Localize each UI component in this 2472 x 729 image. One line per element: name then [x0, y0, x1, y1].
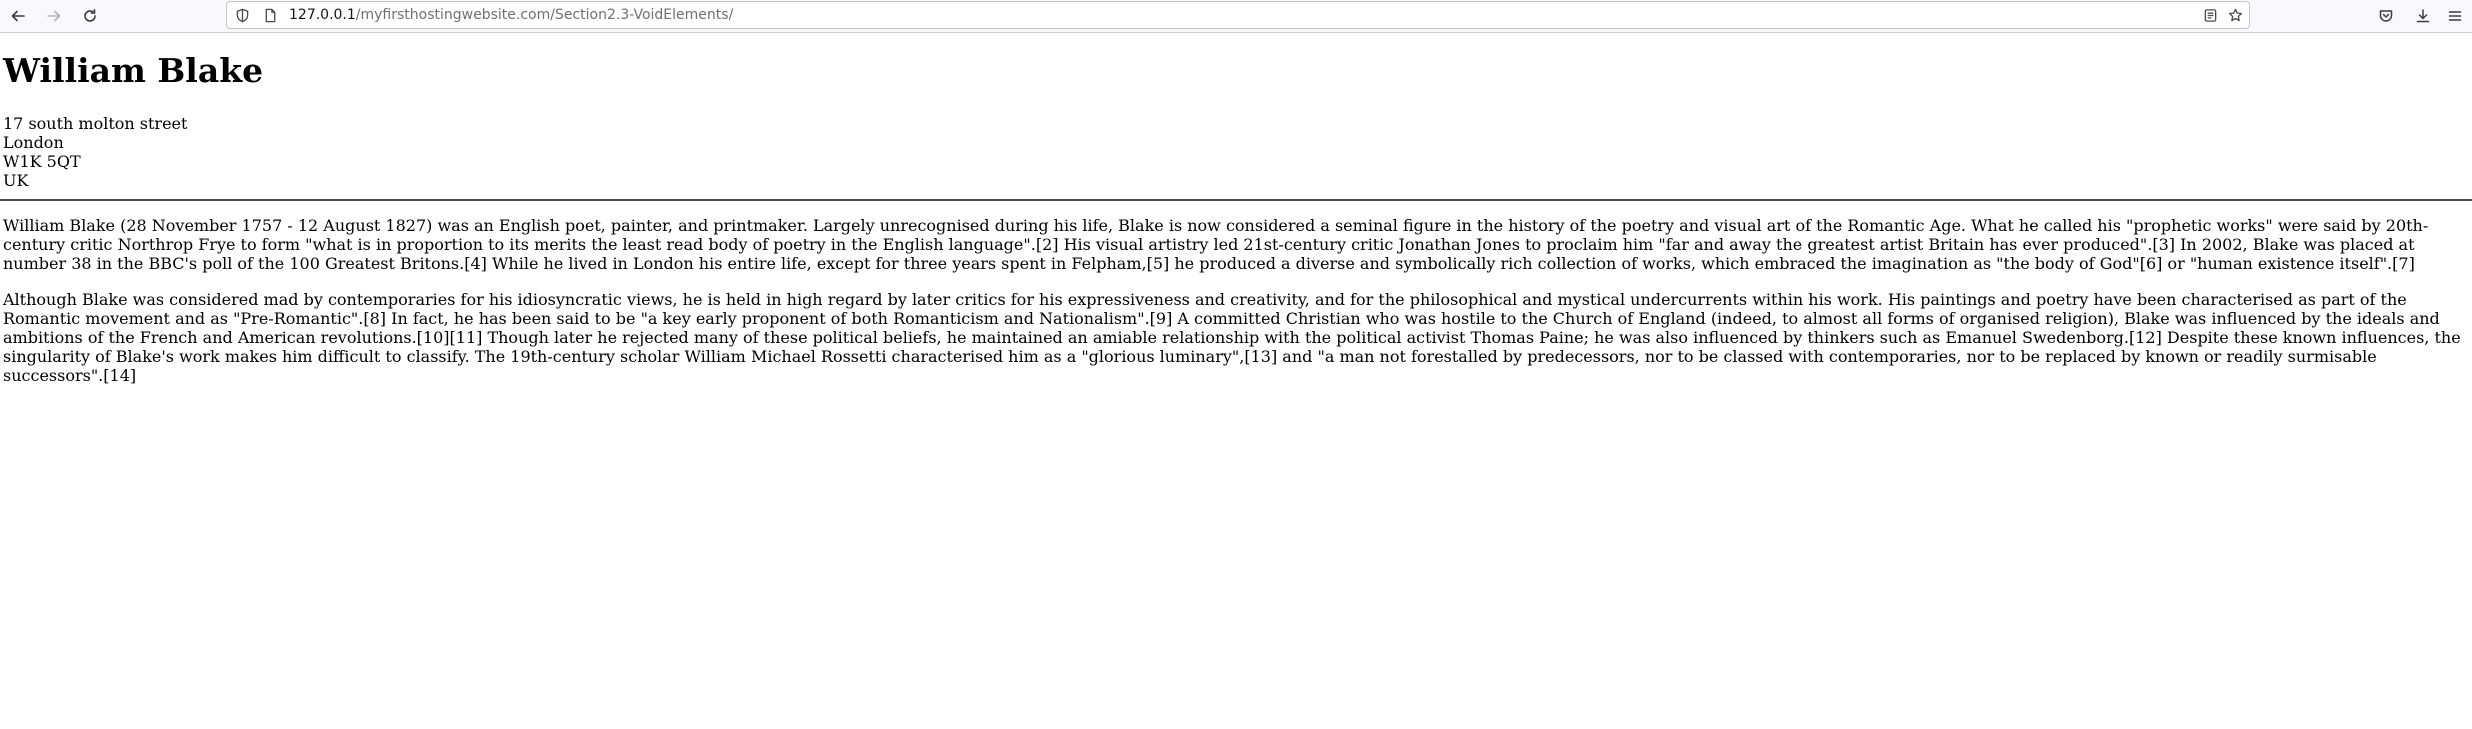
- paragraph-intro: William Blake (28 November 1757 - 12 Aug…: [3, 216, 2429, 273]
- pocket-icon[interactable]: [2373, 3, 2399, 29]
- bookmark-star-icon[interactable]: [2227, 7, 2243, 23]
- page-title: William Blake: [3, 51, 264, 90]
- url-host: 127.0.0.1: [289, 7, 356, 23]
- reader-view-icon[interactable]: [2202, 7, 2218, 23]
- menu-icon[interactable]: [2442, 3, 2468, 29]
- url-text[interactable]: 127.0.0.1/myfirsthostingwebsite.com/Sect…: [289, 6, 733, 24]
- reload-icon[interactable]: [77, 3, 103, 29]
- address-line-city: London: [3, 133, 64, 152]
- forward-arrow-icon[interactable]: [41, 3, 67, 29]
- download-icon[interactable]: [2410, 3, 2436, 29]
- address-block: 17 south molton street London W1K 5QT UK: [3, 114, 187, 190]
- url-path: /myfirsthostingwebsite.com/Section2.3-Vo…: [355, 7, 734, 23]
- address-line-country: UK: [3, 171, 29, 190]
- paragraph-legacy: Although Blake was considered mad by con…: [3, 290, 2461, 385]
- horizontal-rule: [0, 199, 2472, 201]
- address-line-postcode: W1K 5QT: [3, 152, 81, 171]
- address-line-street: 17 south molton street: [3, 114, 188, 133]
- page-info-icon[interactable]: [262, 7, 278, 23]
- shield-icon[interactable]: [234, 7, 250, 23]
- browser-toolbar: 127.0.0.1/myfirsthostingwebsite.com/Sect…: [0, 0, 2472, 33]
- back-arrow-icon[interactable]: [5, 3, 31, 29]
- url-bar[interactable]: 127.0.0.1/myfirsthostingwebsite.com/Sect…: [226, 1, 2250, 29]
